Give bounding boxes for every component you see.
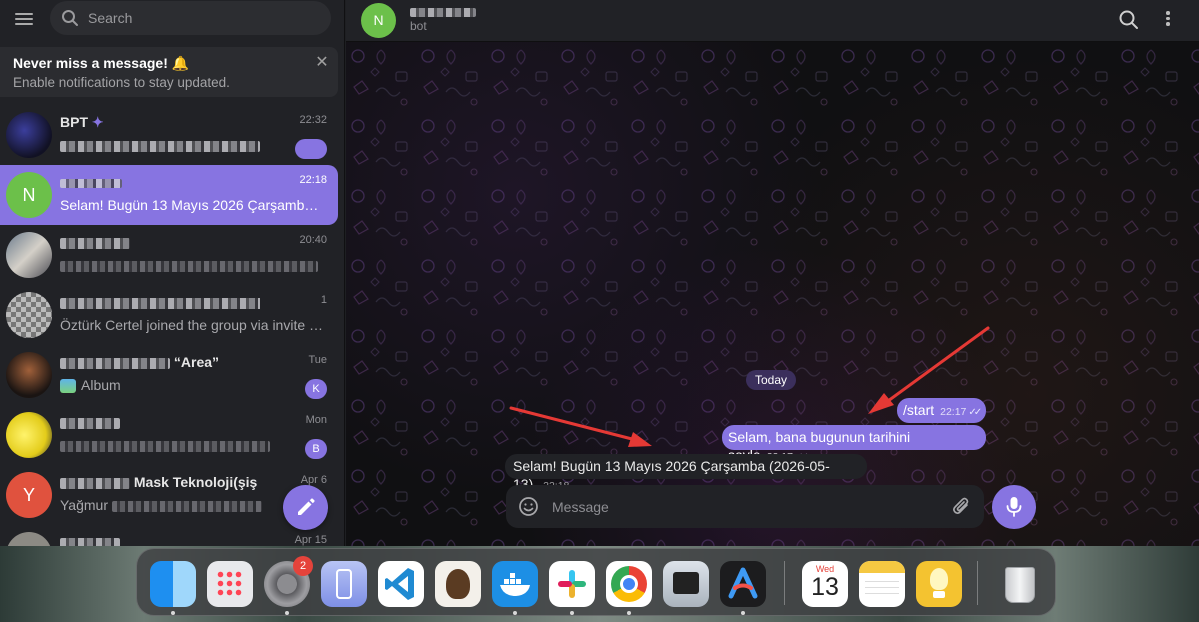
running-indicator <box>285 611 289 615</box>
chat-name: “Area” <box>60 354 260 372</box>
chat-list-item[interactable]: Apr 15 <box>0 525 338 546</box>
finder-icon[interactable] <box>150 561 196 607</box>
microphone-icon <box>1006 497 1022 517</box>
avatar: N <box>6 172 52 218</box>
avatar <box>6 532 52 546</box>
notification-banner[interactable]: Never miss a message! 🔔 Enable notificat… <box>0 47 338 97</box>
voice-record-button[interactable] <box>992 485 1036 529</box>
chat-pane: N bot Today /start 22:17 ✓✓ Selam, bana … <box>346 0 1199 546</box>
avatar: Y <box>6 472 52 518</box>
running-indicator <box>627 611 631 615</box>
chat-preview <box>60 437 326 453</box>
avatar <box>6 232 52 278</box>
chat-list-item[interactable]: BPT ✦ 22:32 <box>0 105 338 165</box>
chat-preview: Öztürk Certel joined the group via invit… <box>60 317 326 333</box>
emoji-icon[interactable] <box>518 496 539 517</box>
notification-subtitle: Enable notifications to stay updated. <box>13 75 230 90</box>
trash-icon[interactable] <box>997 561 1043 607</box>
arc-icon[interactable] <box>720 561 766 607</box>
chat-background: Today /start 22:17 ✓✓ Selam, bana bugunun … <box>346 42 1199 546</box>
tips-icon[interactable] <box>916 561 962 607</box>
chat-time: 22:18 <box>299 174 327 186</box>
dock: 2 Wed 13 <box>136 548 1056 616</box>
telegram-window: Never miss a message! 🔔 Enable notificat… <box>0 0 1199 546</box>
message-time: 22:17 <box>940 406 967 418</box>
chat-preview <box>60 137 326 153</box>
chat-name <box>60 414 260 432</box>
mention-badge: K <box>305 379 327 399</box>
chat-list-item[interactable]: 20:40 <box>0 225 338 285</box>
avatar <box>6 112 52 158</box>
notification-title: Never miss a message! 🔔 <box>13 55 190 71</box>
album-icon <box>60 379 76 394</box>
chat-preview: Album <box>60 377 326 394</box>
slack-icon[interactable] <box>549 561 595 607</box>
chat-time: Tue <box>308 354 327 366</box>
sidebar: Never miss a message! 🔔 Enable notificat… <box>0 0 345 546</box>
chat-list-item[interactable]: Mon B <box>0 405 338 465</box>
chat-name: Mask Teknoloji(şiş <box>60 474 260 492</box>
running-indicator <box>570 611 574 615</box>
unread-badge <box>295 139 327 159</box>
calendar-date: 13 <box>811 573 839 601</box>
chat-time: 1 <box>320 294 327 306</box>
read-check-icon: ✓✓ <box>968 407 982 418</box>
chat-time: Mon <box>305 414 327 426</box>
unread-badge: B <box>305 439 327 459</box>
chat-header[interactable]: N bot <box>346 0 1199 42</box>
launchpad-icon[interactable] <box>207 561 253 607</box>
dock-separator <box>977 561 978 605</box>
running-indicator <box>171 611 175 615</box>
message-bubble-incoming[interactable]: Selam! Bugün 13 Mayıs 2026 Çarşamba (202… <box>505 454 867 492</box>
chat-time: Apr 15 <box>294 534 327 546</box>
chrome-icon[interactable] <box>606 561 652 607</box>
search-box[interactable] <box>50 1 331 35</box>
chat-name <box>60 174 260 192</box>
paperclip-icon[interactable] <box>952 496 972 517</box>
more-options-icon[interactable] <box>1164 9 1172 31</box>
message-input[interactable] <box>552 485 932 528</box>
avatar <box>6 292 52 338</box>
parallels-icon[interactable] <box>663 561 709 607</box>
notes-icon[interactable] <box>859 561 905 607</box>
chat-name: BPT ✦ <box>60 114 104 130</box>
chat-name <box>60 294 260 312</box>
avatar <box>6 412 52 458</box>
chat-name <box>60 534 260 546</box>
hamburger-menu-icon[interactable] <box>13 10 35 28</box>
chat-list-item-active[interactable]: N 22:18 Selam! Bugün 13 Mayıs 2026 Çarşa… <box>0 165 338 225</box>
message-bubble-outgoing[interactable]: /start 22:17 ✓✓ <box>897 398 986 423</box>
search-icon[interactable] <box>1118 9 1140 31</box>
date-divider: Today <box>746 370 796 390</box>
search-input[interactable] <box>88 1 318 35</box>
docker-icon[interactable] <box>492 561 538 607</box>
message-text: /start <box>903 402 935 418</box>
desktop-background: 2 Wed 13 <box>0 546 1199 622</box>
dock-separator <box>784 561 785 605</box>
pencil-icon <box>298 498 315 515</box>
chat-preview <box>60 257 326 273</box>
chat-list-item[interactable]: “Area” Tue Album K <box>0 345 338 405</box>
message-bubble-outgoing[interactable]: Selam, bana bugunun tarihini soyle22:17✓… <box>722 425 986 463</box>
chat-status: bot <box>410 19 427 33</box>
chat-time: 20:40 <box>299 234 327 246</box>
avatar <box>6 352 52 398</box>
chat-time: 22:32 <box>299 114 327 126</box>
vscode-icon[interactable] <box>378 561 424 607</box>
chat-preview: Selam! Bugün 13 Mayıs 2026 Çarşamba (202… <box>60 197 326 213</box>
chat-list-item[interactable]: 1 Öztürk Certel joined the group via inv… <box>0 285 338 345</box>
avatar[interactable]: N <box>361 3 396 38</box>
search-icon <box>62 10 78 26</box>
tableplus-icon[interactable] <box>435 561 481 607</box>
new-message-button[interactable] <box>283 485 328 530</box>
notification-badge: 2 <box>293 556 313 576</box>
chat-name <box>60 234 260 252</box>
running-indicator <box>513 611 517 615</box>
close-icon[interactable]: ✕ <box>314 55 330 71</box>
simulator-icon[interactable] <box>321 561 367 607</box>
message-composer[interactable] <box>506 485 984 528</box>
calendar-icon[interactable]: Wed 13 <box>802 561 848 607</box>
running-indicator <box>741 611 745 615</box>
chat-title <box>410 4 480 18</box>
